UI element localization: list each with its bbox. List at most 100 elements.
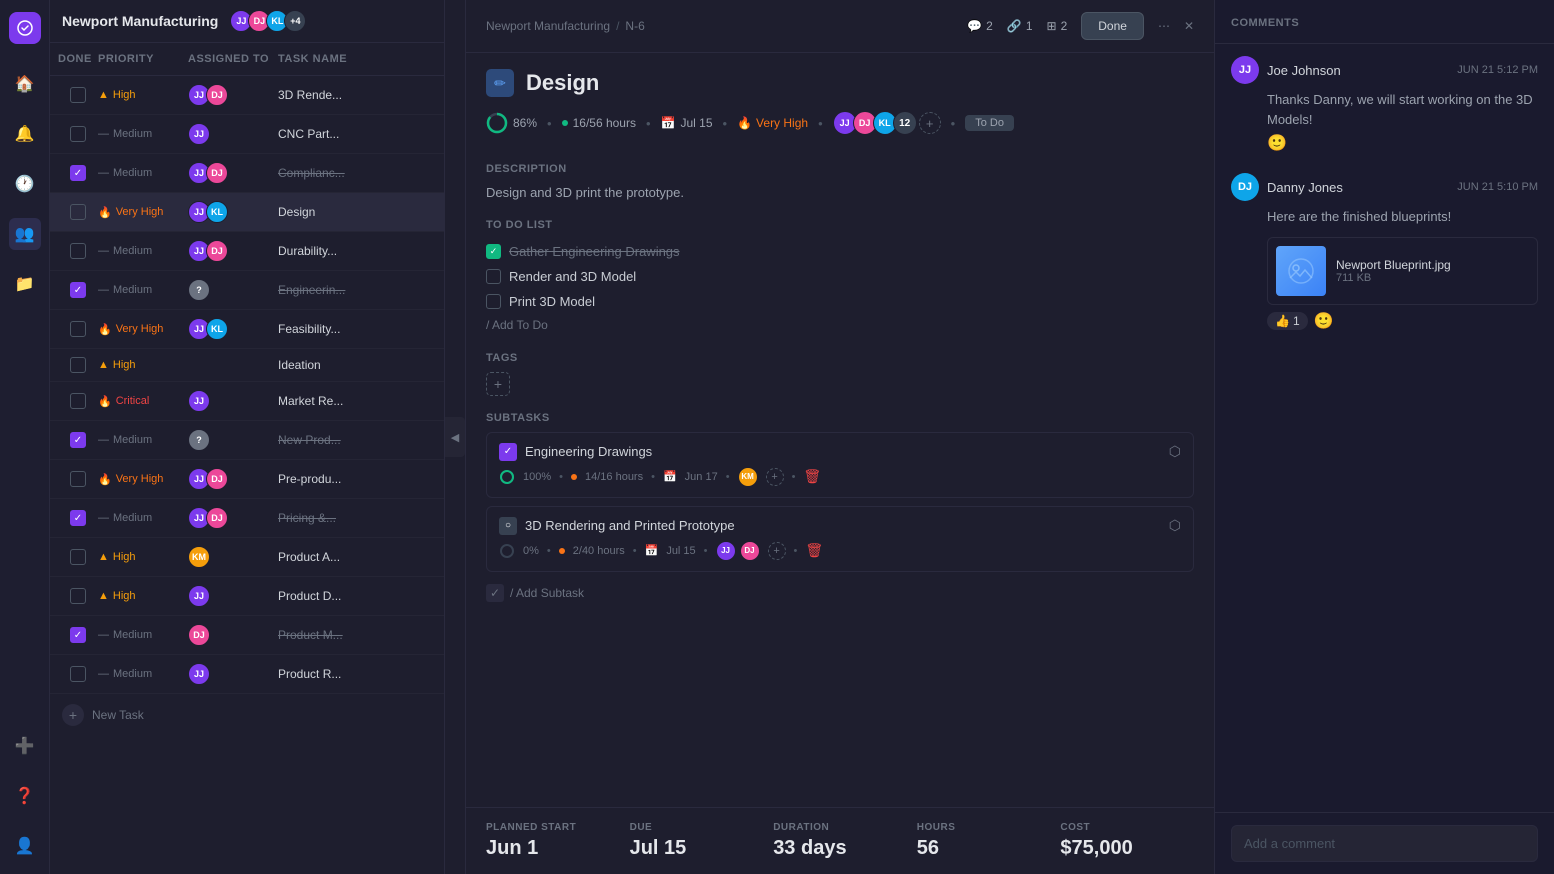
project-title: Newport Manufacturing bbox=[62, 13, 218, 29]
comment-2-author: DJ Danny Jones bbox=[1231, 173, 1343, 201]
subtask-1-delete-btn[interactable]: 🗑 bbox=[803, 468, 821, 485]
done-button[interactable]: Done bbox=[1081, 12, 1144, 40]
folder-icon[interactable]: 📁 bbox=[9, 268, 41, 300]
table-row[interactable]: ▲High KM Product A... bbox=[50, 538, 444, 577]
todo-text-2: Render and 3D Model bbox=[509, 269, 636, 284]
add-tag-btn[interactable]: + bbox=[486, 372, 510, 396]
comment-1-author: JJ Joe Johnson bbox=[1231, 56, 1341, 84]
expand-panel-btn[interactable]: ◀ bbox=[445, 417, 465, 457]
user-profile-icon[interactable]: 👤 bbox=[9, 830, 41, 862]
assigned-to: JJ bbox=[188, 123, 278, 145]
app-logo[interactable] bbox=[9, 12, 41, 44]
external-link-icon-1[interactable]: ⬡ bbox=[1169, 443, 1181, 460]
priority-badge: —Medium bbox=[98, 434, 188, 446]
priority-badge: ▲High bbox=[98, 89, 188, 101]
close-icon[interactable]: ✕ bbox=[1184, 19, 1194, 33]
reaction-thumbsup[interactable]: 👍 1 bbox=[1267, 312, 1308, 330]
users-icon[interactable]: 👥 bbox=[9, 218, 41, 250]
task-checkbox[interactable] bbox=[70, 666, 86, 682]
task-checkbox[interactable]: ✓ bbox=[70, 510, 86, 526]
table-row[interactable]: 🔥Very High JJ KL Design bbox=[50, 193, 444, 232]
comments-count: 2 bbox=[986, 19, 993, 33]
todo-checkbox-1[interactable]: ✓ bbox=[486, 244, 501, 259]
todo-checkbox-3[interactable] bbox=[486, 294, 501, 309]
subtask-icon: ⊞ bbox=[1047, 19, 1057, 33]
task-checkbox[interactable] bbox=[70, 588, 86, 604]
task-checkbox[interactable] bbox=[70, 393, 86, 409]
assigned-to: JJ DJ bbox=[188, 84, 278, 106]
add-icon[interactable]: ➕ bbox=[9, 730, 41, 762]
table-row[interactable]: ✓ —Medium ? Engineerin... bbox=[50, 271, 444, 310]
comment-2: DJ Danny Jones JUN 21 5:10 PM Here are t… bbox=[1231, 173, 1538, 331]
subtask-2-delete-btn[interactable]: 🗑 bbox=[805, 542, 823, 559]
add-assignee-btn[interactable]: + bbox=[919, 112, 941, 134]
task-checkbox[interactable] bbox=[70, 126, 86, 142]
task-checkbox[interactable] bbox=[70, 357, 86, 373]
comment-2-author-name: Danny Jones bbox=[1267, 180, 1343, 195]
table-row[interactable]: ▲High JJ DJ 3D Rende... bbox=[50, 76, 444, 115]
task-checkbox[interactable]: ✓ bbox=[70, 432, 86, 448]
task-name: Market Re... bbox=[278, 394, 436, 408]
table-row[interactable]: ▲High Ideation bbox=[50, 349, 444, 382]
comments-header: COMMENTS bbox=[1215, 0, 1554, 44]
table-row[interactable]: ✓ —Medium DJ Product M... bbox=[50, 616, 444, 655]
add-subtask-btn[interactable]: ✓ / Add Subtask bbox=[486, 580, 1194, 606]
table-row[interactable]: 🔥Very High JJ KL Feasibility... bbox=[50, 310, 444, 349]
task-checkbox[interactable] bbox=[70, 243, 86, 259]
calendar-icon-s1: 📅 bbox=[663, 470, 677, 483]
col-priority: PRIORITY bbox=[98, 53, 188, 65]
task-name: Product A... bbox=[278, 550, 436, 564]
task-checkbox[interactable] bbox=[70, 204, 86, 220]
task-name: Ideation bbox=[278, 358, 436, 372]
status-badge[interactable]: To Do bbox=[965, 115, 1014, 131]
description-label: DESCRIPTION bbox=[486, 163, 1194, 175]
table-row[interactable]: —Medium JJ CNC Part... bbox=[50, 115, 444, 154]
task-checkbox[interactable] bbox=[70, 321, 86, 337]
task-checkbox[interactable]: ✓ bbox=[70, 627, 86, 643]
add-todo-btn[interactable]: / Add To Do bbox=[486, 314, 1194, 336]
table-row[interactable]: ✓ —Medium JJ DJ Complianc... bbox=[50, 154, 444, 193]
subtask-title-row: ✓ Engineering Drawings ⬡ bbox=[499, 443, 1181, 461]
detail-panel: Newport Manufacturing / N-6 💬 2 🔗 1 ⊞ 2 … bbox=[466, 0, 1214, 874]
comment-1-author-name: Joe Johnson bbox=[1267, 63, 1341, 78]
page-title: Design bbox=[526, 70, 599, 96]
add-reaction-icon-1[interactable]: 🙂 bbox=[1267, 135, 1287, 152]
priority-badge: —Medium bbox=[98, 284, 188, 296]
home-icon[interactable]: 🏠 bbox=[9, 68, 41, 100]
table-row[interactable]: ✓ —Medium JJ DJ Pricing &... bbox=[50, 499, 444, 538]
sep1: • bbox=[547, 116, 552, 131]
subtask-2-add-assignee[interactable]: + bbox=[768, 542, 786, 560]
table-row[interactable]: —Medium JJ Product R... bbox=[50, 655, 444, 694]
external-link-icon-2[interactable]: ⬡ bbox=[1169, 517, 1181, 534]
table-row[interactable]: ▲High JJ Product D... bbox=[50, 577, 444, 616]
comment-2-attachment: Newport Blueprint.jpg 711 KB bbox=[1267, 237, 1538, 305]
progress-percent: 86% bbox=[513, 116, 537, 130]
task-name: Durability... bbox=[278, 244, 436, 258]
todo-checkbox-2[interactable] bbox=[486, 269, 501, 284]
attachment-size: 711 KB bbox=[1336, 272, 1451, 284]
breadcrumb-sep: / bbox=[616, 19, 619, 33]
comment-input[interactable] bbox=[1231, 825, 1538, 862]
table-row[interactable]: ✓ —Medium ? New Prod... bbox=[50, 421, 444, 460]
task-checkbox[interactable] bbox=[70, 549, 86, 565]
comments-body: JJ Joe Johnson JUN 21 5:12 PM Thanks Dan… bbox=[1215, 44, 1554, 812]
task-name: New Prod... bbox=[278, 433, 436, 447]
subtasks-count-badge: ⊞ 2 bbox=[1047, 19, 1068, 33]
table-row[interactable]: 🔥Very High JJ DJ Pre-produ... bbox=[50, 460, 444, 499]
notification-icon[interactable]: 🔔 bbox=[9, 118, 41, 150]
task-checkbox[interactable]: ✓ bbox=[70, 282, 86, 298]
table-row[interactable]: —Medium JJ DJ Durability... bbox=[50, 232, 444, 271]
add-task-row[interactable]: + New Task bbox=[50, 694, 444, 736]
clock-icon[interactable]: 🕐 bbox=[9, 168, 41, 200]
task-checkbox[interactable] bbox=[70, 87, 86, 103]
subtask-1-add-assignee[interactable]: + bbox=[766, 468, 784, 486]
add-reaction-icon-2[interactable]: 🙂 bbox=[1314, 311, 1334, 331]
task-checkbox[interactable] bbox=[70, 471, 86, 487]
help-icon[interactable]: ❓ bbox=[9, 780, 41, 812]
subtask-2-hours: 2/40 hours bbox=[573, 545, 625, 557]
priority-badge: 🔥Very High bbox=[98, 473, 188, 486]
due-stat: DUE Jul 15 bbox=[630, 822, 764, 860]
task-checkbox[interactable]: ✓ bbox=[70, 165, 86, 181]
more-options-icon[interactable]: ⋯ bbox=[1158, 19, 1170, 33]
table-row[interactable]: 🔥Critical JJ Market Re... bbox=[50, 382, 444, 421]
